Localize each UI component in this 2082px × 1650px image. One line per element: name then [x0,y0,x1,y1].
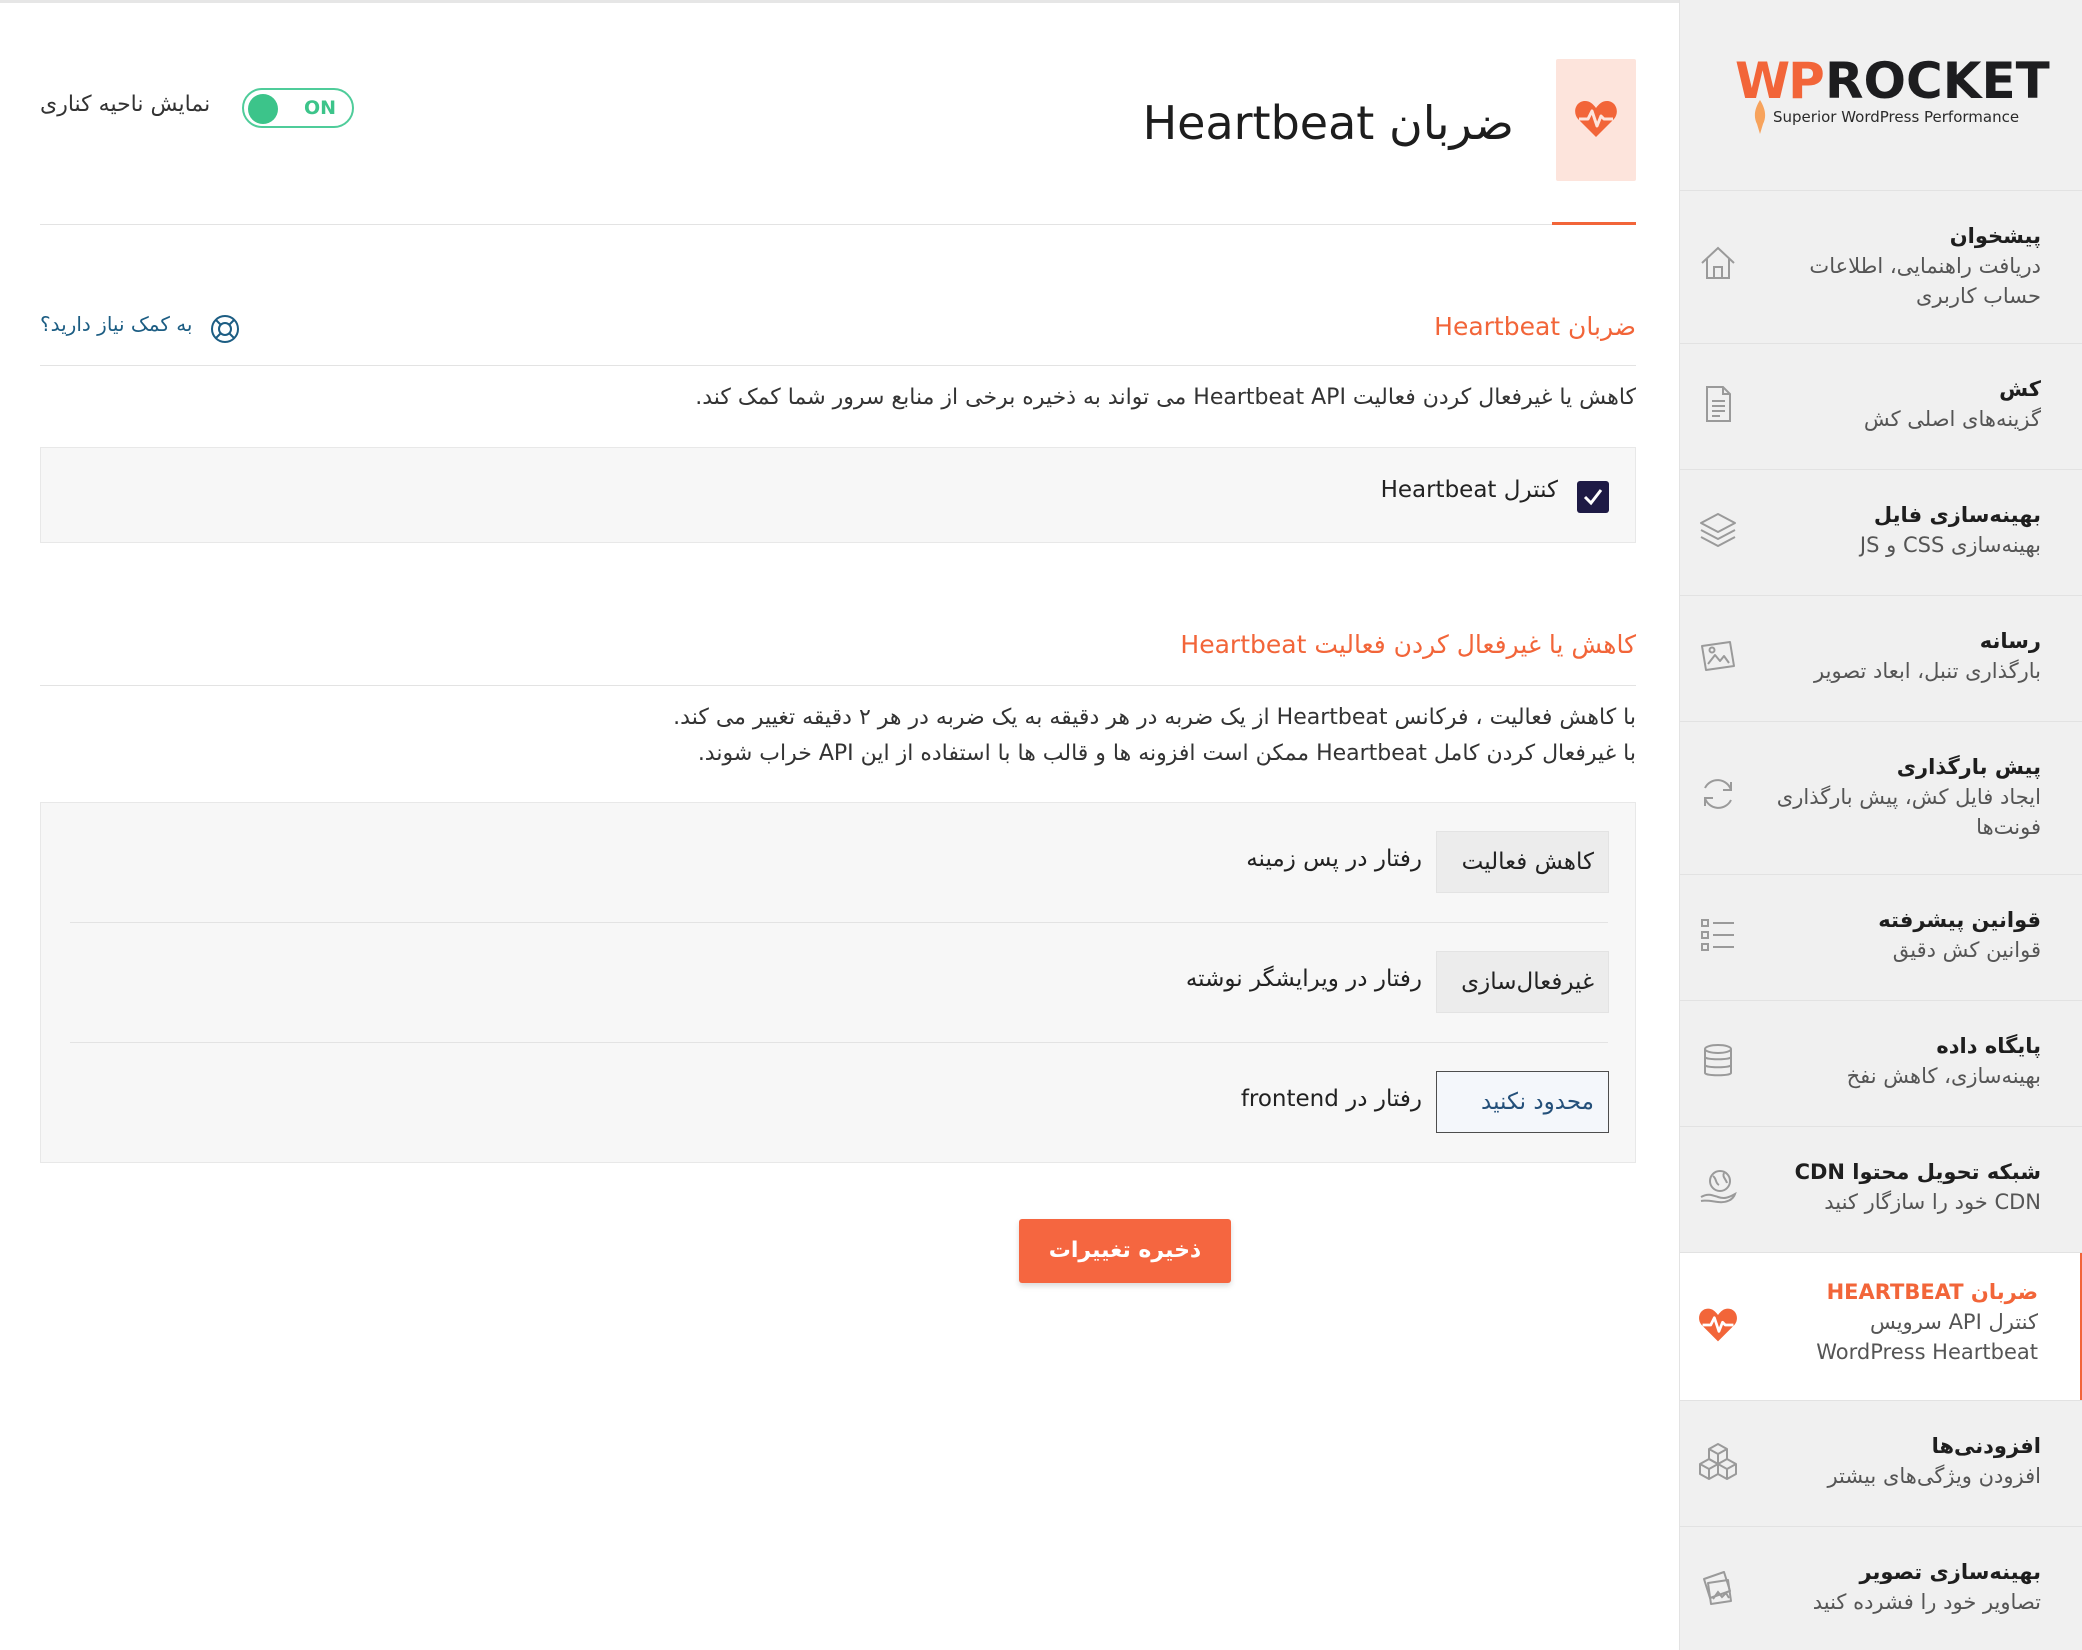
sidebar-item-subtitle: فونت‌ها [1976,815,2041,839]
section-title-reduce: کاهش یا غیرفعال کردن فعالیت Heartbeat [1180,630,1636,659]
sidebar-item-dashboard[interactable]: پیشخوان دریافت راهنمایی، اطلاعات حساب کا… [1680,191,2082,344]
section-description: کاهش یا غیرفعال کردن فعالیت Heartbeat AP… [695,385,1636,410]
sidebar-item-title: شبکه تحویل محتوا CDN [1794,1160,2041,1184]
sidebar-item-heartbeat[interactable]: ضربان HEARTBEAT کنترل API سرویس WordPres… [1680,1253,2082,1401]
layers-icon [1700,513,1736,547]
sidebar-item-advanced-rules[interactable]: قوانین پیشرفته قوانین کش دقیق [1680,875,2082,1001]
sidebar-item-subtitle: کنترل API سرویس [1869,1310,2038,1334]
save-changes-button[interactable]: ذخیره تغییرات [1019,1219,1231,1283]
section-title-heartbeat: ضربان Heartbeat [1434,312,1636,341]
section-divider [40,685,1636,686]
database-icon [1704,1044,1732,1077]
refresh-icon [1704,779,1732,809]
heartbeat-control-checkbox[interactable] [1577,481,1609,513]
sidebar-item-subtitle: بارگذاری تنبل، ابعاد تصویر [1814,659,2041,683]
home-icon [1701,246,1735,279]
sidebar-item-subtitle: بهینه‌سازی، کاهش نفخ [1846,1064,2041,1088]
main-content: نمایش ناحیه کناری ON ضربان Heartbeat به … [0,0,1679,1650]
sidebar-item-media[interactable]: رسانه بارگذاری تنبل، ابعاد تصویر [1680,596,2082,722]
sidebar-item-addons[interactable]: افزودنی‌ها افزودن ویژگی‌های بیشتر [1680,1401,2082,1527]
sidebar-item-subtitle: افزودن ویژگی‌های بیشتر [1827,1464,2041,1488]
sidebar-item-title: قوانین پیشرفته [1878,908,2041,932]
document-icon [1706,386,1731,422]
sidebar-toggle[interactable]: ON [242,88,354,128]
list-icon [1701,919,1734,951]
lifebuoy-icon[interactable] [209,313,241,345]
image-icon [1701,641,1735,671]
photos-icon [1703,1571,1732,1605]
section-divider [40,365,1636,366]
toggle-state-label: ON [303,97,336,119]
sidebar: WP ROCKET Superior WordPress Performance… [1679,0,2082,1650]
sidebar-item-database[interactable]: پایگاه داده بهینه‌سازی، کاهش نفخ [1680,1001,2082,1127]
sidebar-item-title: ضربان HEARTBEAT [1826,1280,2038,1304]
sidebar-item-subtitle: بهینه‌سازی CSS و JS [1859,533,2041,557]
frontend-behavior-label: رفتار در frontend [1240,1086,1422,1112]
sidebar-item-title: پایگاه داده [1936,1034,2041,1058]
sidebar-item-subtitle: WordPress Heartbeat [1816,1340,2038,1364]
sidebar-item-image-optimization[interactable]: بهینه‌سازی تصویر تصاویر خود را فشرده کنی… [1680,1527,2082,1650]
editor-behavior-select[interactable]: غیرفعال‌سازی [1436,951,1609,1013]
section-description-line1: با کاهش فعالیت ، فرکانس Heartbeat از یک … [673,705,1636,730]
sidebar-item-subtitle: تصاویر خود را فشرده کنید [1812,1590,2041,1614]
logo-wp: WP [1735,52,1825,110]
sidebar-item-title: پیش بارگذاری [1896,755,2041,779]
sidebar-item-title: بهینه‌سازی تصویر [1859,1560,2041,1584]
sidebar-item-title: پیشخوان [1949,224,2041,248]
help-link[interactable]: به کمک نیاز دارید؟ [40,312,193,336]
sidebar-toggle-label: نمایش ناحیه کناری [40,92,211,117]
header-accent [1552,222,1636,225]
background-behavior-label: رفتار در پس زمینه [1246,846,1422,872]
sidebar-item-subtitle: ایجاد فایل کش، پیش بارگذاری [1776,785,2041,809]
title-icon-box [1556,59,1636,181]
rocket-flame-icon [1754,100,1766,134]
sidebar-item-title: افزودنی‌ها [1931,1434,2041,1458]
top-border [0,0,1679,3]
background-behavior-select[interactable]: کاهش فعالیت [1436,831,1609,893]
heartbeat-icon [1699,1308,1737,1342]
checkmark-icon [1583,489,1603,506]
logo-tagline: Superior WordPress Performance [1773,108,2020,126]
row-divider [70,1042,1608,1043]
heartbeat-icon [1575,101,1617,137]
sidebar-item-title: بهینه‌سازی فایل [1873,503,2041,527]
cubes-icon [1699,1443,1737,1480]
sidebar-item-subtitle: گزینه‌های اصلی کش [1863,407,2041,431]
sidebar-item-preload[interactable]: پیش بارگذاری ایجاد فایل کش، پیش بارگذاری… [1680,722,2082,875]
sidebar-item-subtitle: CDN خود را سازگار کنید [1824,1190,2041,1214]
sidebar-item-title: کش [1999,377,2041,401]
section-description-line2: با غیرفعال کردن کامل Heartbeat ممکن است … [697,741,1636,766]
page-title: ضربان Heartbeat [1142,96,1514,150]
wp-rocket-logo[interactable]: WP ROCKET Superior WordPress Performance [1735,52,2050,142]
header-divider [40,224,1636,225]
frontend-behavior-select[interactable]: محدود نکنید [1436,1071,1609,1133]
sidebar-item-subtitle: دریافت راهنمایی، اطلاعات [1809,254,2041,278]
heartbeat-control-label: کنترل Heartbeat [1380,477,1558,503]
row-divider [70,922,1608,923]
sidebar-item-file-optimization[interactable]: بهینه‌سازی فایل بهینه‌سازی CSS و JS [1680,470,2082,596]
sidebar-item-cdn[interactable]: شبکه تحویل محتوا CDN CDN خود را سازگار ک… [1680,1127,2082,1253]
sidebar-item-title: رسانه [1979,629,2041,653]
sidebar-item-subtitle: حساب کاربری [1916,284,2041,308]
globe-hand-icon [1700,1170,1737,1204]
sidebar-item-subtitle: قوانین کش دقیق [1892,938,2041,962]
sidebar-item-cache[interactable]: کش گزینه‌های اصلی کش [1680,344,2082,470]
logo-rocket: ROCKET [1825,52,2050,110]
toggle-knob [248,94,278,124]
editor-behavior-label: رفتار در ویرایشگر نوشته [1185,966,1422,992]
